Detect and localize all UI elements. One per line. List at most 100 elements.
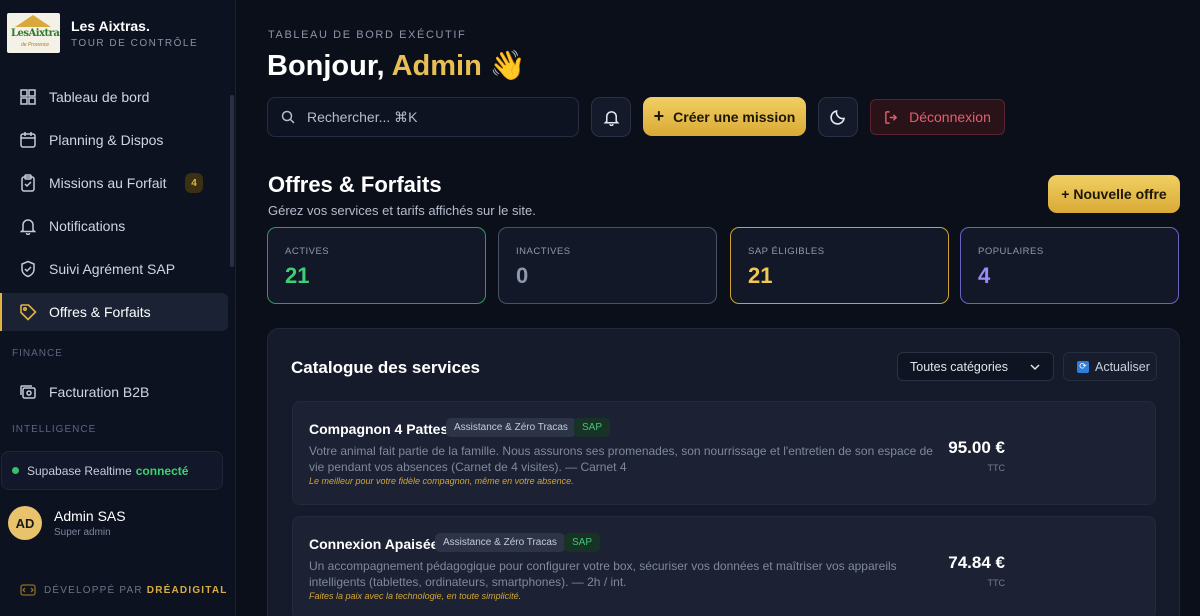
new-offer-button[interactable]: + Nouvelle offre <box>1048 175 1180 213</box>
realtime-label: Supabase Realtime <box>27 463 132 478</box>
sidebar-item-offres[interactable]: Offres & Forfaits <box>0 293 228 331</box>
stat-card-sap: SAP ÉLIGIBLES 21 <box>730 227 949 304</box>
stat-card-inactives: INACTIVES 0 <box>498 227 717 304</box>
sidebar-item-dashboard[interactable]: Tableau de bord <box>0 78 228 116</box>
sidebar-item-missions[interactable]: Missions au Forfait 4 <box>0 164 228 202</box>
dashboard-icon <box>19 88 37 106</box>
tag-icon <box>19 303 37 321</box>
sap-badge: SAP <box>574 418 611 437</box>
developer-prefix: DÉVELOPPÉ PAR <box>44 584 143 596</box>
stat-value: 0 <box>516 263 529 288</box>
logout-icon <box>884 110 899 125</box>
shield-icon <box>19 260 37 278</box>
service-card[interactable]: Connexion Apaisée Assistance & Zéro Trac… <box>292 516 1156 616</box>
greeting: Bonjour, Admin 👋 <box>267 49 526 83</box>
wave-emoji: 👋 <box>489 50 526 82</box>
sidebar-item-sap[interactable]: Suivi Agrément SAP <box>0 250 228 288</box>
sidebar-item-label: Facturation B2B <box>49 384 150 400</box>
brand-logo: LesAixtras de Provence <box>7 13 60 53</box>
greeting-text: Bonjour, <box>267 50 385 82</box>
service-name: Compagnon 4 Pattes <box>309 421 449 437</box>
notifications-button[interactable] <box>591 97 631 137</box>
refresh-label: Actualiser <box>1095 359 1150 374</box>
service-card[interactable]: Compagnon 4 Pattes Assistance & Zéro Tra… <box>292 401 1156 505</box>
brand-name: Les Aixtras. <box>71 17 150 34</box>
code-icon <box>20 584 36 596</box>
create-mission-label: Créer une mission <box>673 108 796 125</box>
service-price: 74.84 € <box>948 553 1005 572</box>
create-mission-button[interactable]: + Créer une mission <box>643 97 806 136</box>
avatar: AD <box>8 506 42 540</box>
moon-icon <box>829 108 847 126</box>
service-description: Votre animal fait partie de la famille. … <box>309 444 933 474</box>
service-price: 95.00 € <box>948 438 1005 457</box>
realtime-status: Supabase Realtime connecté <box>1 451 223 490</box>
page-subtitle: Gérez vos services et tarifs affichés su… <box>268 203 536 218</box>
sidebar-item-notifications[interactable]: Notifications <box>0 207 228 245</box>
stat-value: 21 <box>285 263 310 288</box>
service-category-tag: Assistance & Zéro Tracas <box>446 418 576 437</box>
user-role: Super admin <box>54 527 111 538</box>
section-label-intelligence: INTELLIGENCE <box>12 424 97 435</box>
catalog-title: Catalogue des services <box>291 358 480 377</box>
category-filter-select[interactable]: Toutes catégories <box>897 352 1054 381</box>
stat-card-populaires: POPULAIRES 4 <box>960 227 1179 304</box>
service-price-note: TTC <box>987 578 1006 588</box>
status-dot-icon <box>12 467 19 474</box>
stat-value: 4 <box>978 263 991 288</box>
theme-toggle-button[interactable] <box>818 97 858 137</box>
sidebar-item-label: Planning & Dispos <box>49 132 164 148</box>
page-kicker: TABLEAU DE BORD EXÉCUTIF <box>268 29 467 41</box>
brand-subtitle: TOUR DE CONTRÔLE <box>71 37 199 49</box>
sidebar-item-label: Missions au Forfait <box>49 175 167 191</box>
sidebar-item-label: Suivi Agrément SAP <box>49 261 176 277</box>
sidebar-item-planning[interactable]: Planning & Dispos <box>0 121 228 159</box>
refresh-button[interactable]: ⟳ Actualiser <box>1063 352 1157 381</box>
sidebar: LesAixtras de Provence Les Aixtras. TOUR… <box>0 0 236 616</box>
clipboard-icon <box>19 174 37 192</box>
category-filter-value: Toutes catégories <box>910 359 1008 374</box>
sidebar-scrollbar[interactable] <box>230 95 234 267</box>
stat-value: 21 <box>748 263 773 288</box>
calendar-icon <box>19 131 37 149</box>
realtime-status-text: connecté <box>135 463 189 478</box>
bell-icon <box>603 109 620 126</box>
stat-card-actives: ACTIVES 21 <box>267 227 486 304</box>
sidebar-nav: Tableau de bord Planning & Dispos Missio… <box>0 78 228 336</box>
stat-label: POPULAIRES <box>978 246 1044 257</box>
logout-label: Déconnexion <box>909 109 991 125</box>
invoice-icon <box>19 383 37 401</box>
stat-label: INACTIVES <box>516 246 571 257</box>
sidebar-item-facturation[interactable]: Facturation B2B <box>0 373 228 411</box>
search-input[interactable]: Rechercher... ⌘K <box>267 97 579 137</box>
refresh-icon: ⟳ <box>1077 360 1089 373</box>
section-label-finance: FINANCE <box>12 348 63 359</box>
bell-icon <box>19 217 37 235</box>
sidebar-item-label: Notifications <box>49 218 126 234</box>
search-icon <box>281 110 295 124</box>
catalog-panel: Catalogue des services Toutes catégories… <box>267 328 1180 616</box>
page-title: Offres & Forfaits <box>268 172 442 197</box>
user-name: Admin SAS <box>54 508 126 524</box>
developer-brand[interactable]: DRÉADIGITAL <box>147 585 228 596</box>
plus-icon: + <box>653 106 665 126</box>
service-tagline: Faites la paix avec la technologie, en t… <box>309 591 522 601</box>
service-tagline: Le meilleur pour votre fidèle compagnon,… <box>309 476 574 486</box>
user-profile[interactable]: AD Admin SAS Super admin <box>8 506 126 540</box>
sap-badge: SAP <box>564 533 601 552</box>
missions-count-badge: 4 <box>185 173 203 193</box>
chevron-down-icon <box>1029 361 1041 373</box>
service-name: Connexion Apaisée <box>309 536 439 552</box>
sidebar-item-label: Offres & Forfaits <box>49 304 151 320</box>
stat-label: SAP ÉLIGIBLES <box>748 246 825 257</box>
search-placeholder: Rechercher... ⌘K <box>307 108 418 125</box>
service-description: Un accompagnement pédagogique pour confi… <box>309 559 897 589</box>
stat-label: ACTIVES <box>285 246 330 257</box>
brand[interactable]: LesAixtras de Provence Les Aixtras. TOUR… <box>7 13 198 53</box>
sidebar-item-label: Tableau de bord <box>49 89 150 105</box>
service-price-note: TTC <box>987 463 1006 473</box>
service-category-tag: Assistance & Zéro Tracas <box>435 533 565 552</box>
developer-credit: DÉVELOPPÉ PAR DRÉADIGITAL <box>20 584 228 596</box>
greeting-username: Admin <box>391 50 482 82</box>
logout-button[interactable]: Déconnexion <box>870 99 1005 135</box>
